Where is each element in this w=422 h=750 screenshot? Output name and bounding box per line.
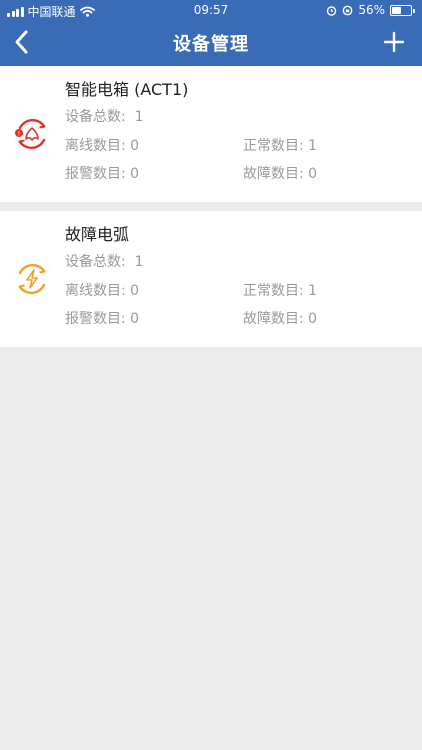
total-label: 设备总数:: [65, 254, 135, 270]
device-card-smart-box[interactable]: ! 智能电箱 (ACT1) 设备总数: 1 离线数目: 0 正常数目: 1 报警…: [0, 66, 422, 202]
normal-label: 正常数目:: [243, 283, 309, 299]
offline-value: 0: [130, 138, 140, 154]
normal-value: 1: [308, 138, 318, 154]
rotation-lock-icon: [342, 5, 353, 15]
fault-value: 0: [308, 311, 318, 327]
fault-label: 故障数目:: [243, 311, 309, 327]
device-card-arc-fault[interactable]: 故障电弧 设备总数: 1 离线数目: 0 正常数目: 1 报警数目: 0 故障数…: [0, 211, 422, 347]
status-right: 56%: [326, 3, 415, 17]
battery-percent: 56%: [358, 3, 385, 17]
fault-value: 0: [308, 166, 318, 182]
smart-box-icon: !: [15, 118, 46, 150]
total-value: 1: [134, 254, 144, 270]
offline-count: 离线数目: 0: [65, 280, 139, 300]
total-value: 1: [134, 109, 144, 125]
fault-label: 故障数目:: [243, 166, 309, 182]
battery-icon: [390, 4, 415, 16]
normal-value: 1: [308, 283, 318, 299]
battery-cap: [413, 8, 415, 13]
status-bar: 中国联通 09:57 56%: [0, 0, 422, 22]
offline-label: 离线数目:: [65, 283, 131, 299]
total-count: 设备总数: 1: [65, 106, 144, 126]
device-name: 智能电箱 (ACT1): [65, 80, 189, 99]
app-header: 中国联通 09:57 56% 设备管理: [0, 0, 422, 66]
alarm-count: 报警数目: 0: [65, 163, 139, 183]
total-label: 设备总数:: [65, 109, 135, 125]
offline-count: 离线数目: 0: [65, 135, 139, 155]
normal-count: 正常数目: 1: [243, 280, 317, 300]
normal-label: 正常数目:: [243, 138, 309, 154]
arc-fault-icon: [18, 263, 46, 295]
total-count: 设备总数: 1: [65, 251, 144, 271]
fault-count: 故障数目: 0: [243, 163, 317, 183]
alarm-clock-icon: [327, 5, 337, 16]
fault-count: 故障数目: 0: [243, 308, 317, 328]
normal-count: 正常数目: 1: [243, 135, 317, 155]
offline-label: 离线数目:: [65, 138, 131, 154]
offline-value: 0: [130, 283, 140, 299]
svg-text:!: !: [18, 131, 20, 138]
add-device-button[interactable]: [378, 26, 410, 58]
alarm-label: 报警数目:: [65, 311, 131, 327]
plus-icon: [383, 31, 405, 53]
alarm-value: 0: [130, 166, 140, 182]
device-name: 故障电弧: [65, 225, 130, 244]
page-title: 设备管理: [173, 34, 249, 55]
alarm-count: 报警数目: 0: [65, 308, 139, 328]
alarm-label: 报警数目:: [65, 166, 131, 182]
battery-level: [392, 6, 401, 14]
alarm-value: 0: [130, 311, 140, 327]
